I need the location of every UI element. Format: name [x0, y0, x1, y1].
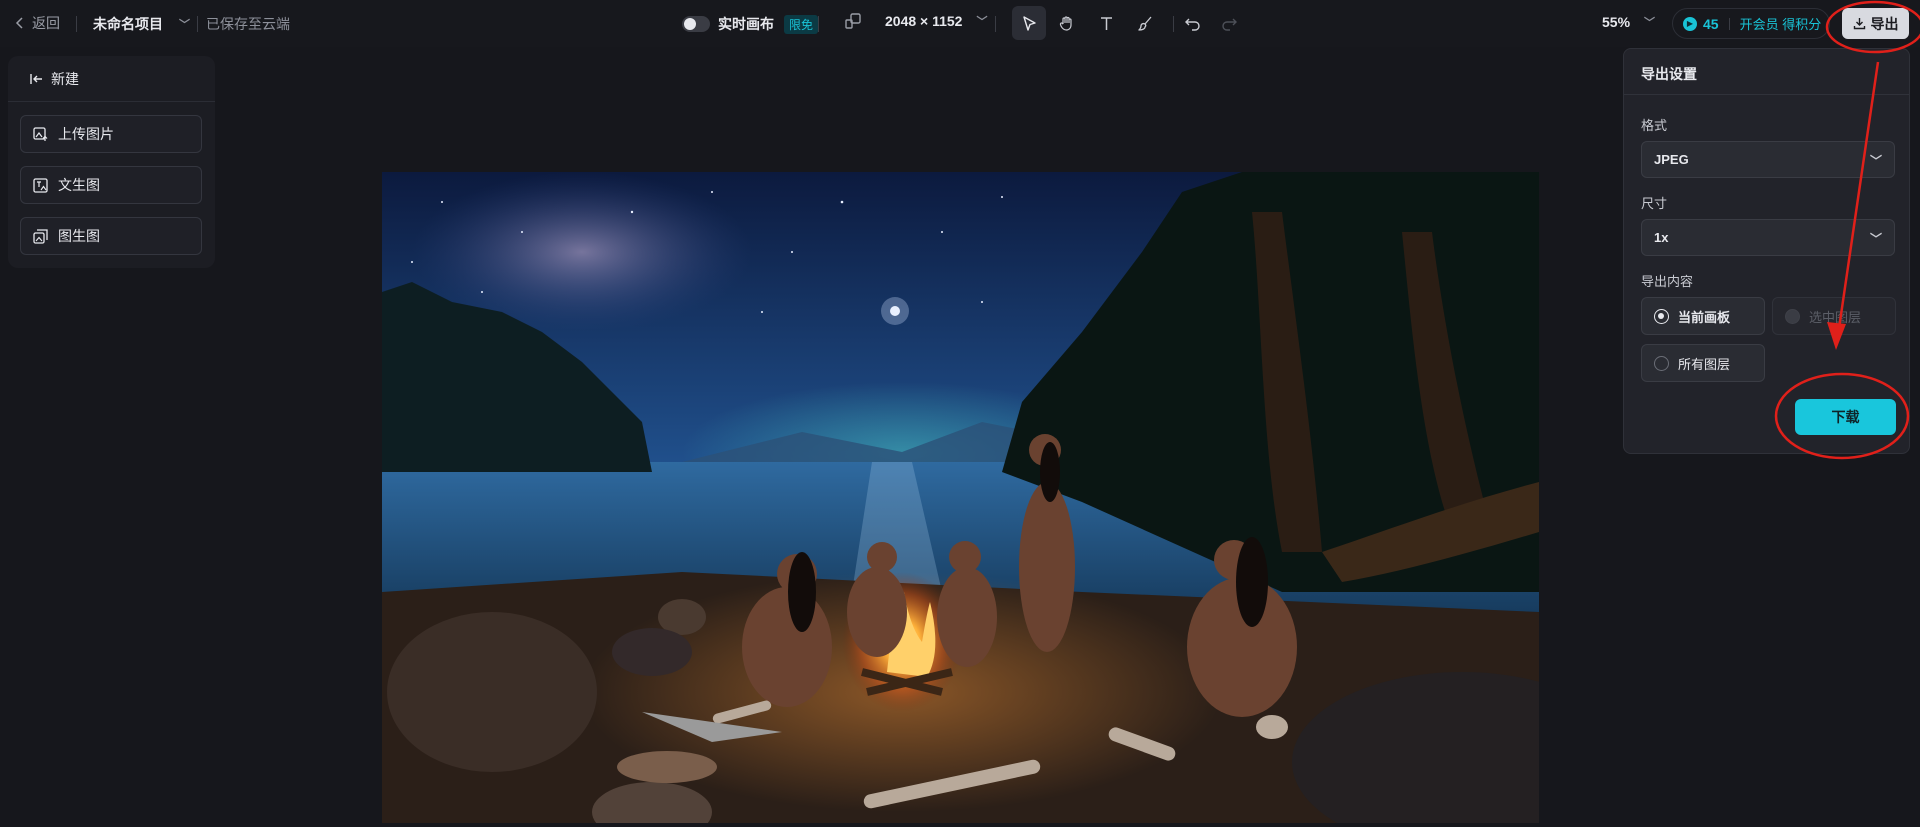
divider [8, 101, 215, 102]
option-label: 所有图层 [1678, 356, 1731, 372]
chevron-down-icon: ﹀ [179, 19, 190, 31]
points-widget[interactable]: ▶ 45 开会员 得积分 [1672, 8, 1830, 39]
canvas-size-value: 2048 × 1152 [885, 13, 963, 29]
undo-button[interactable] [1175, 6, 1209, 40]
select-tool[interactable] [1012, 6, 1046, 40]
new-header[interactable]: 新建 [30, 69, 79, 89]
canvas-artboard[interactable] [382, 172, 1539, 823]
collapse-arrow-icon [30, 74, 42, 84]
resize-icon [845, 13, 861, 29]
play-coin-icon: ▶ [1683, 16, 1697, 31]
export-settings-panel: 导出设置 格式 JPEG ﹀ 尺寸 1x ﹀ 导出内容 当前画板 选中图层 所有… [1623, 48, 1910, 454]
brush-tool[interactable] [1128, 6, 1162, 40]
back-button[interactable]: 返回 [14, 13, 60, 33]
download-button[interactable]: 下载 [1795, 399, 1896, 435]
radio-disabled-icon [1785, 308, 1800, 324]
realtime-canvas-toggle[interactable]: 实时画布 限免 [682, 14, 819, 34]
divider [818, 16, 819, 32]
option-label: 选中图层 [1809, 309, 1862, 325]
chevron-down-icon: ﹀ [976, 16, 988, 28]
zoom-dropdown[interactable]: 55% ﹀ [1602, 14, 1655, 30]
chevron-down-icon: ﹀ [1644, 17, 1656, 29]
size-label: 尺寸 [1641, 196, 1668, 211]
sidebar-item-label: 上传图片 [58, 126, 114, 142]
image-to-image-icon [33, 228, 48, 244]
option-selected-layers: 选中图层 [1772, 297, 1896, 335]
option-all-layers[interactable]: 所有图层 [1641, 344, 1765, 382]
redo-button[interactable] [1212, 6, 1246, 40]
campfire-lake-image [382, 172, 1539, 823]
cursor-arrow-icon [1022, 15, 1036, 31]
size-select[interactable]: 1x ﹀ [1641, 219, 1895, 256]
hand-icon [1059, 15, 1072, 31]
text-to-image-icon [33, 177, 48, 193]
download-icon [1853, 18, 1865, 30]
canvas-size-dropdown[interactable]: 2048 × 1152 ﹀ [845, 13, 987, 29]
free-badge: 限免 [784, 14, 819, 34]
divider [1728, 17, 1730, 30]
text-to-image-button[interactable]: 文生图 [20, 166, 202, 204]
format-value: JPEG [1654, 152, 1689, 167]
divider [1624, 94, 1909, 95]
image-to-image-button[interactable]: 图生图 [20, 217, 202, 255]
export-label: 导出 [1870, 15, 1899, 32]
sidebar-item-label: 图生图 [58, 228, 100, 244]
divider [197, 16, 198, 32]
brush-icon [1137, 16, 1151, 31]
save-status: 已保存至云端 [206, 16, 290, 32]
format-label: 格式 [1641, 118, 1668, 133]
upload-image-icon [33, 126, 48, 141]
text-icon [1100, 16, 1112, 30]
membership-link[interactable]: 开会员 得积分 [1740, 14, 1822, 33]
text-tool[interactable] [1089, 6, 1123, 40]
chevron-down-icon: ﹀ [1869, 154, 1882, 168]
create-panel: 新建 上传图片 文生图 图生图 [8, 56, 215, 268]
top-bar: 返回 未命名项目 ﹀ 已保存至云端 实时画布 限免 2048 × 1152 ﹀ … [0, 0, 1920, 47]
hand-tool[interactable] [1049, 6, 1083, 40]
format-select[interactable]: JPEG ﹀ [1641, 141, 1895, 178]
sidebar-item-label: 文生图 [58, 177, 100, 193]
chevron-left-icon [15, 17, 23, 29]
zoom-value: 55% [1602, 14, 1631, 30]
chevron-down-icon: ﹀ [1869, 232, 1882, 246]
points-count: 45 [1703, 15, 1719, 32]
realtime-canvas-label: 实时画布 [718, 16, 774, 32]
size-value: 1x [1654, 230, 1669, 245]
export-settings-title: 导出设置 [1641, 66, 1697, 82]
export-button[interactable]: 导出 [1842, 8, 1909, 39]
radio-selected-icon [1654, 308, 1669, 324]
new-label: 新建 [51, 71, 79, 87]
project-name-dropdown[interactable]: 未命名项目 ﹀ [93, 14, 190, 34]
upload-image-button[interactable]: 上传图片 [20, 115, 202, 153]
undo-icon [1184, 18, 1200, 31]
divider [995, 16, 996, 32]
toggle-switch[interactable] [682, 16, 710, 32]
back-label: 返回 [32, 15, 60, 31]
redo-icon [1221, 18, 1237, 31]
radio-unselected-icon [1654, 355, 1669, 371]
export-content-label: 导出内容 [1641, 274, 1694, 289]
option-current-artboard[interactable]: 当前画板 [1641, 297, 1765, 335]
project-name: 未命名项目 [93, 16, 163, 32]
divider [1173, 16, 1174, 32]
option-label: 当前画板 [1678, 309, 1731, 325]
divider [76, 16, 77, 32]
